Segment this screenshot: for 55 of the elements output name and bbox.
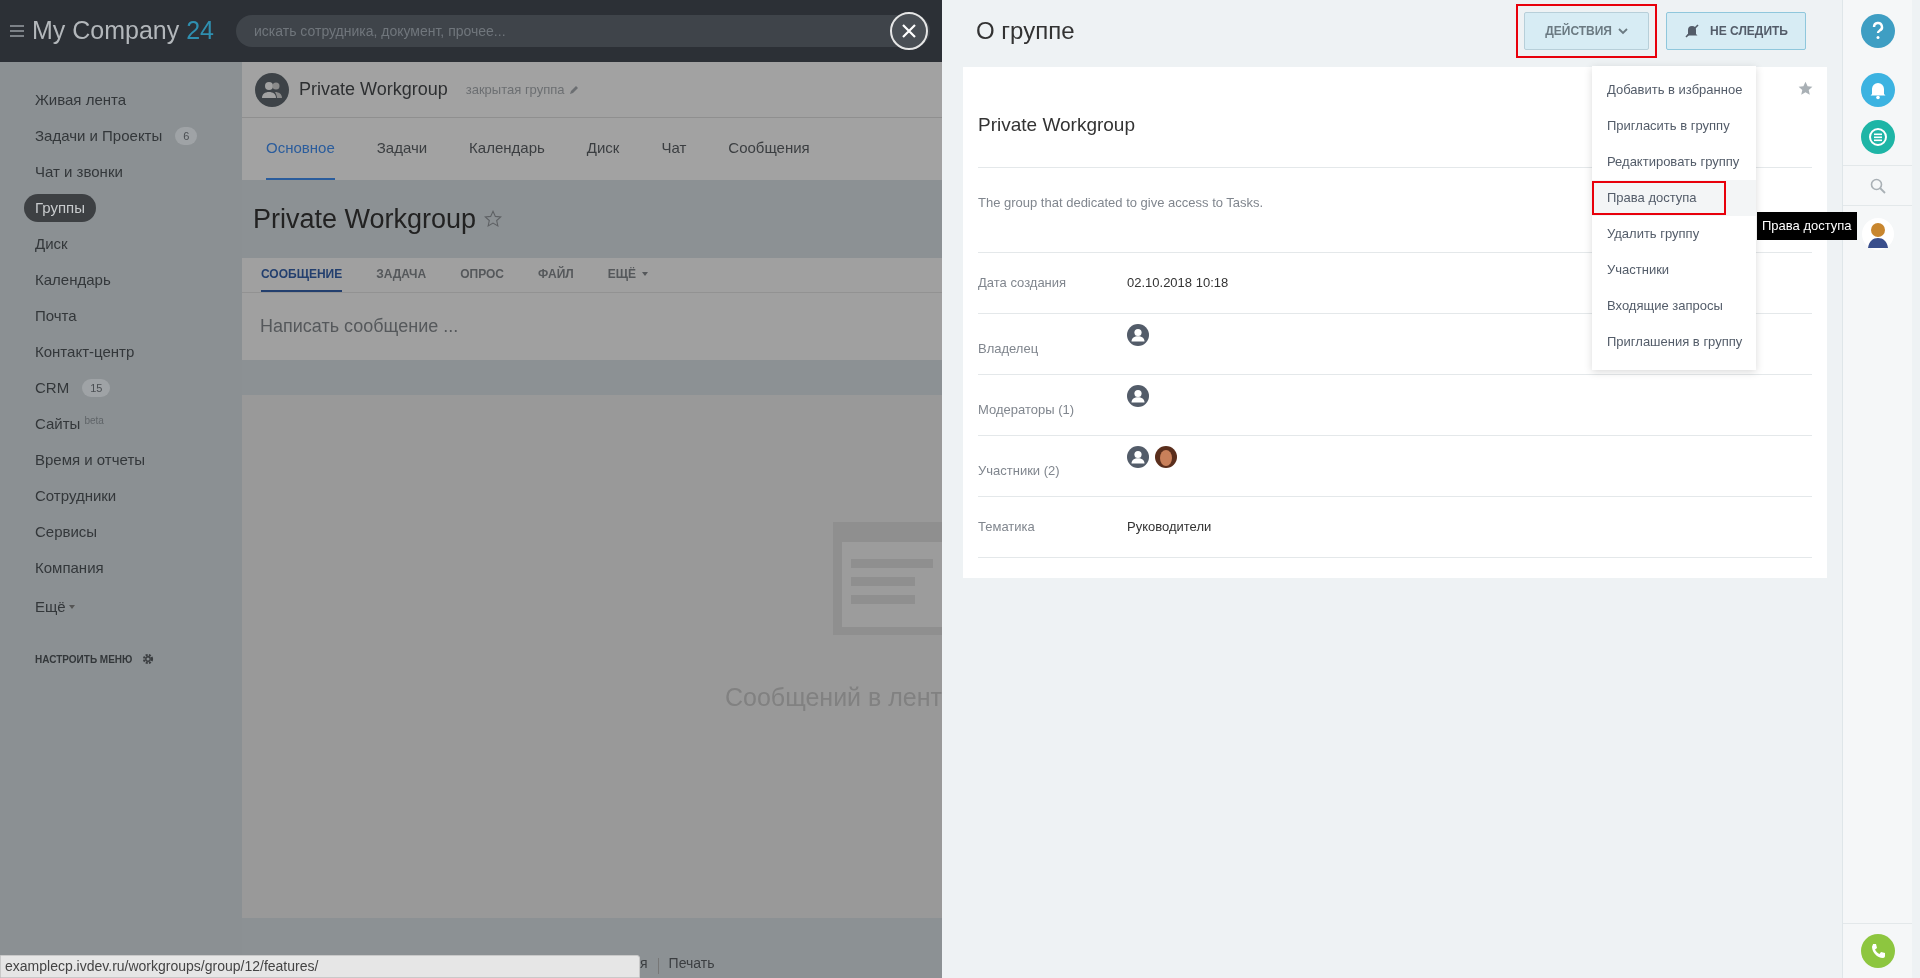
group-tab[interactable]: Основное bbox=[266, 118, 335, 180]
page-title: Private Workgroup bbox=[253, 202, 477, 236]
panel-title: О группе bbox=[976, 16, 1075, 46]
menu-item[interactable]: Приглашения в группу bbox=[1592, 324, 1756, 360]
unfollow-button[interactable]: НЕ СЛЕДИТЬ bbox=[1666, 12, 1806, 50]
sidebar-item[interactable]: Чат и звонки bbox=[24, 157, 134, 187]
group-name: Private Workgroup bbox=[299, 78, 448, 101]
sidebar-item[interactable]: Контакт-центр bbox=[24, 337, 146, 367]
sidebar-item[interactable]: Живая лента bbox=[24, 85, 138, 115]
menu-item[interactable]: Участники bbox=[1592, 252, 1756, 288]
tooltip: Права доступа bbox=[1757, 212, 1857, 240]
logo[interactable]: My Company 24 bbox=[32, 12, 215, 50]
sidebar-item[interactable]: Сервисы bbox=[24, 517, 109, 547]
menu-item[interactable]: Добавить в избранное bbox=[1592, 72, 1756, 108]
field-label: Дата создания bbox=[978, 274, 1068, 293]
sidebar-item[interactable]: Сотрудники bbox=[24, 481, 128, 511]
sidebar-item[interactable]: Группы bbox=[24, 193, 96, 223]
count-badge: 15 bbox=[82, 378, 111, 398]
group-tab[interactable]: Календарь bbox=[469, 118, 545, 180]
group-tab[interactable]: Чат bbox=[661, 118, 687, 180]
field-label: Модераторы (1) bbox=[978, 401, 1076, 420]
group-tab[interactable]: Задачи bbox=[376, 118, 428, 180]
menu-item[interactable]: Редактировать группу bbox=[1592, 144, 1756, 180]
field-label: Участники (2) bbox=[978, 462, 1061, 481]
group-tab[interactable]: Диск bbox=[586, 118, 620, 180]
group-name: Private Workgroup bbox=[978, 112, 1135, 137]
group-tab[interactable]: Сообщения bbox=[728, 118, 810, 180]
group-description: The group that dedicated to give access to Tasks. bbox=[978, 195, 1264, 210]
actions-button[interactable]: ДЕЙСТВИЯ bbox=[1524, 12, 1649, 50]
footer-link[interactable]: я bbox=[640, 953, 648, 974]
sidebar-item[interactable]: Компания bbox=[24, 553, 115, 583]
more-link[interactable]: Ещё bbox=[35, 595, 75, 619]
menu-item[interactable]: Входящие запросы bbox=[1592, 288, 1756, 324]
post-tab[interactable]: ФАЙЛ bbox=[538, 258, 574, 292]
count-badge: 6 bbox=[175, 126, 198, 146]
configure-menu-link[interactable]: НАСТРОИТЬ МЕНЮ bbox=[35, 651, 133, 667]
field-value: Руководители bbox=[1127, 518, 1212, 537]
sidebar-item[interactable]: Календарь bbox=[24, 265, 122, 295]
message-input[interactable]: Написать сообщение ... bbox=[260, 313, 459, 340]
print-link[interactable]: Печать bbox=[668, 953, 715, 974]
sidebar-item[interactable]: Время и отчеты bbox=[24, 445, 157, 475]
field-label: Владелец bbox=[978, 340, 1040, 359]
status-url: examplecp.ivdev.ru/workgroups/group/12/features/ bbox=[0, 955, 640, 978]
field-label: Тематика bbox=[978, 518, 1036, 537]
menu-item[interactable]: Удалить группу bbox=[1592, 216, 1756, 252]
sidebar-item[interactable]: Задачи и Проекты bbox=[24, 121, 174, 151]
sidebar-item[interactable]: CRM bbox=[24, 373, 81, 403]
post-tab[interactable]: ЗАДАЧА bbox=[376, 258, 427, 292]
menu-item[interactable]: Пригласить в группу bbox=[1592, 108, 1756, 144]
post-tab[interactable]: СООБЩЕНИЕ bbox=[261, 258, 343, 292]
post-tab[interactable]: ЕЩЁ bbox=[607, 258, 648, 292]
post-tab[interactable]: ОПРОС bbox=[460, 258, 505, 292]
sidebar-item[interactable]: Диск bbox=[24, 229, 79, 259]
sidebar-item[interactable]: Почта bbox=[24, 301, 88, 331]
field-value: 02.10.2018 10:18 bbox=[1127, 274, 1229, 293]
